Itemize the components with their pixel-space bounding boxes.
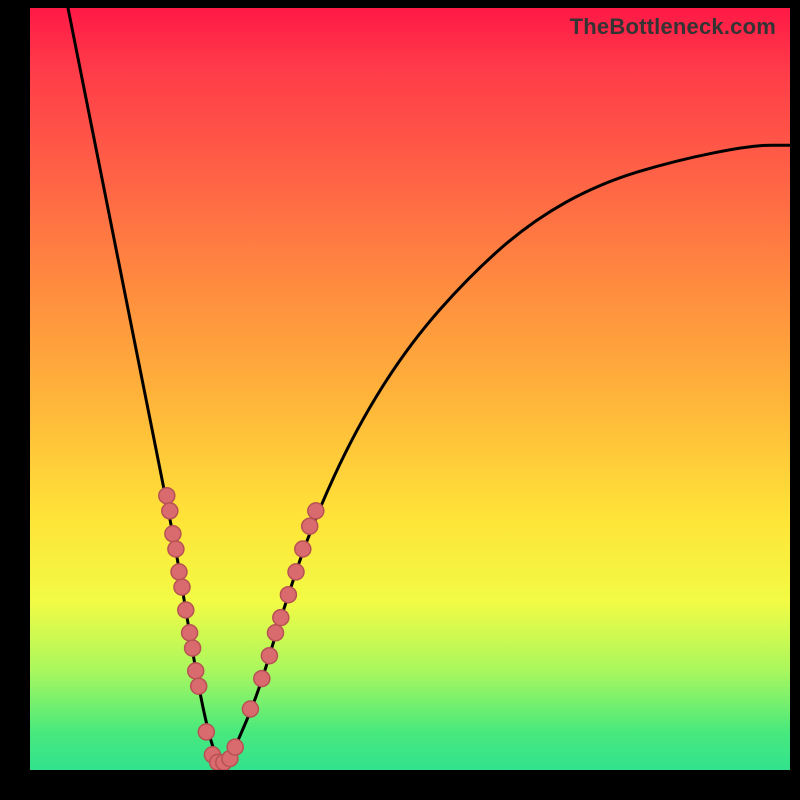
data-point xyxy=(198,724,214,740)
data-point xyxy=(159,488,175,504)
data-point xyxy=(162,503,178,519)
data-point xyxy=(288,564,304,580)
chart-frame: TheBottleneck.com xyxy=(0,0,800,800)
data-point xyxy=(295,541,311,557)
data-point xyxy=(254,671,270,687)
plot-area: TheBottleneck.com xyxy=(30,8,790,770)
data-point xyxy=(280,587,296,603)
dots-group xyxy=(159,488,324,770)
data-point xyxy=(174,579,190,595)
data-point xyxy=(182,625,198,641)
data-point xyxy=(185,640,201,656)
data-point xyxy=(261,648,277,664)
data-point xyxy=(242,701,258,717)
data-point xyxy=(178,602,194,618)
data-point xyxy=(273,610,289,626)
data-point xyxy=(302,518,318,534)
data-point xyxy=(168,541,184,557)
data-point xyxy=(171,564,187,580)
curve-path xyxy=(68,8,790,762)
data-point xyxy=(191,678,207,694)
data-point xyxy=(165,526,181,542)
data-point xyxy=(308,503,324,519)
data-point xyxy=(268,625,284,641)
data-point xyxy=(227,739,243,755)
chart-svg xyxy=(30,8,790,770)
data-point xyxy=(188,663,204,679)
